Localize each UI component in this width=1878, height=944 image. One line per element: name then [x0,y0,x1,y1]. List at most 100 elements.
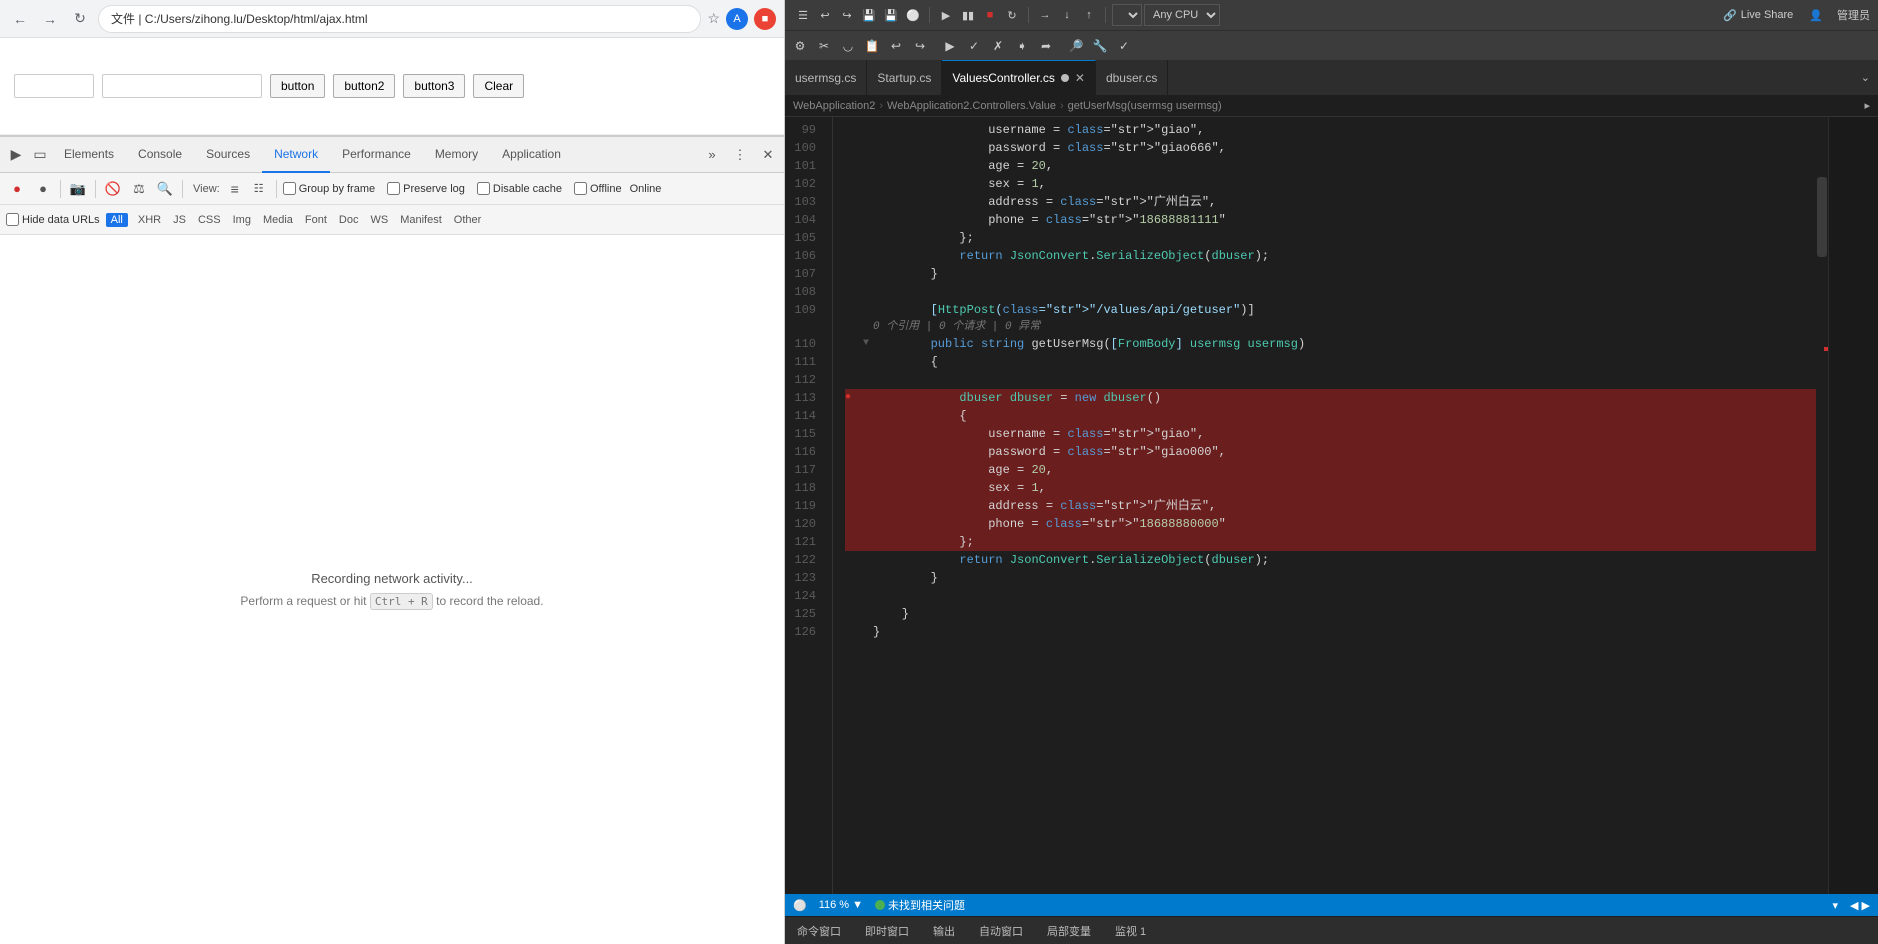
code-line[interactable]: }; [845,533,1816,551]
filter-media[interactable]: Media [259,213,297,227]
code-line[interactable]: phone = class="str">"18688880000" [845,515,1816,533]
breadcrumb-project[interactable]: WebApplication2 [793,100,875,112]
hide-data-urls-checkbox[interactable]: Hide data URLs [6,213,100,226]
cpu-dropdown[interactable]: Any CPU [1144,4,1220,26]
clear-button[interactable]: Clear [473,74,524,98]
tab-scroll-right-icon[interactable]: ⌄ [1853,71,1878,84]
filter-all-chip[interactable]: All [106,213,128,227]
filter-font[interactable]: Font [301,213,331,227]
code-line[interactable]: sex = 1, [845,479,1816,497]
breadcrumb-namespace[interactable]: WebApplication2.Controllers.Value [887,100,1056,112]
tab-sources[interactable]: Sources [194,137,262,173]
code-line[interactable]: } [845,623,1816,641]
tab-performance[interactable]: Performance [330,137,423,173]
bottom-tab-command[interactable]: 命令窗口 [793,923,845,939]
code-line[interactable]: sex = 1, [845,175,1816,193]
tab-usermsg[interactable]: usermsg.cs [785,60,867,95]
disable-cache-checkbox[interactable]: Disable cache [477,182,562,195]
stop-recording-button[interactable]: ● [32,178,54,200]
group-view-icon[interactable]: ☷ [248,178,270,200]
tab-dbuser[interactable]: dbuser.cs [1096,60,1168,95]
offline-checkbox[interactable]: Offline [574,182,622,195]
tb2-paste-icon[interactable]: 📋 [861,35,883,57]
filter-css[interactable]: CSS [194,213,225,227]
code-line[interactable] [845,371,1816,389]
button-3-btn[interactable]: button3 [403,74,465,98]
record-button[interactable]: ● [6,178,28,200]
code-line[interactable]: age = 20, [845,461,1816,479]
fold-marker[interactable]: ▼ [859,335,873,353]
tb2-x-icon[interactable]: ✗ [987,35,1009,57]
tb2-build-icon[interactable]: ▶ [939,35,961,57]
camera-icon[interactable]: 📷 [67,178,89,200]
clear-network-button[interactable]: 🚫 [102,178,124,200]
filter-manifest[interactable]: Manifest [396,213,446,227]
breadcrumb-scroll-right[interactable]: ▸ [1864,99,1870,112]
address-input[interactable] [98,5,701,33]
code-line[interactable]: ▼ public string getUserMsg([FromBody] us… [845,335,1816,353]
close-browser-icon[interactable]: ■ [754,8,776,30]
tb2-settings-icon[interactable]: ⚙ [789,35,811,57]
filter-ws[interactable]: WS [366,213,392,227]
code-line[interactable]: { [845,353,1816,371]
step-out-icon[interactable]: ↑ [1079,5,1099,25]
page-input-2[interactable] [102,74,262,98]
filter-other[interactable]: Other [450,213,486,227]
code-line[interactable]: } [845,569,1816,587]
filter-xhr[interactable]: XHR [134,213,165,227]
code-line[interactable]: }; [845,229,1816,247]
bottom-tab-output[interactable]: 输出 [929,923,959,939]
code-line[interactable]: } [845,265,1816,283]
bottom-tab-immediate[interactable]: 即时窗口 [861,923,913,939]
code-line[interactable] [845,283,1816,301]
save-icon[interactable]: 💾 [859,5,879,25]
search-network-icon[interactable]: 🔍 [154,178,176,200]
code-line[interactable]: [HttpPost(class="str">"/values/api/getus… [845,301,1816,319]
code-line[interactable]: phone = class="str">"18688881111" [845,211,1816,229]
tb2-git2-icon[interactable]: ✓ [1113,35,1135,57]
vscode-menu-icon[interactable]: ☰ [793,5,813,25]
forward-button[interactable]: → [38,7,62,31]
code-line[interactable] [845,587,1816,605]
redo-icon[interactable]: ↪ [837,5,857,25]
restart-icon[interactable]: ↻ [1002,5,1022,25]
code-line[interactable]: age = 20, [845,157,1816,175]
liveshare-button[interactable]: 🔗 Live Share [1723,9,1793,22]
save-all-icon[interactable]: 💾 [881,5,901,25]
code-line[interactable]: ● dbuser dbuser = new dbuser() [845,389,1816,407]
step-over-icon[interactable]: → [1035,5,1055,25]
tab-elements[interactable]: Elements [52,137,126,173]
tb2-undo2-icon[interactable]: ↩ [885,35,907,57]
back-button[interactable]: ← [8,7,32,31]
tb2-ref-icon[interactable]: 🔎 [1065,35,1087,57]
code-line[interactable]: password = class="str">"giao000", [845,443,1816,461]
step-into-icon[interactable]: ↓ [1057,5,1077,25]
git-icon[interactable]: ⚪ [903,5,923,25]
group-by-frame-checkbox[interactable]: Group by frame [283,182,375,195]
code-line[interactable]: return JsonConvert.SerializeObject(dbuse… [845,551,1816,569]
user-icon[interactable]: A [726,8,748,30]
vscode-scrollbar[interactable] [1816,117,1828,894]
tab-memory[interactable]: Memory [423,137,490,173]
code-line[interactable]: address = class="str">"广州白云", [845,193,1816,211]
page-input-1[interactable] [14,74,94,98]
tab-application[interactable]: Application [490,137,573,173]
tb2-cut-icon[interactable]: ✂ [813,35,835,57]
list-view-icon[interactable]: ≡ [224,178,246,200]
code-line[interactable]: username = class="str">"giao", [845,121,1816,139]
bookmark-icon[interactable]: ☆ [707,10,720,27]
status-waterfall-icon[interactable]: ▾ [1832,899,1838,912]
pause-icon[interactable]: ▮▮ [958,5,978,25]
tab-network[interactable]: Network [262,137,330,173]
code-line[interactable]: } [845,605,1816,623]
more-tabs-icon[interactable]: » [700,143,724,167]
code-line[interactable]: password = class="str">"giao666", [845,139,1816,157]
debug-dropdown[interactable]: Debug [1112,4,1142,26]
tab-valuescontroller[interactable]: ValuesController.cs ✕ [942,60,1096,95]
code-area[interactable]: username = class="str">"giao", password … [833,117,1816,894]
code-line[interactable]: return JsonConvert.SerializeObject(dbuse… [845,247,1816,265]
tab-startup[interactable]: Startup.cs [867,60,942,95]
tab-console[interactable]: Console [126,137,194,173]
status-git-icon[interactable]: ⚪ [793,899,807,912]
tb2-check-icon[interactable]: ✓ [963,35,985,57]
